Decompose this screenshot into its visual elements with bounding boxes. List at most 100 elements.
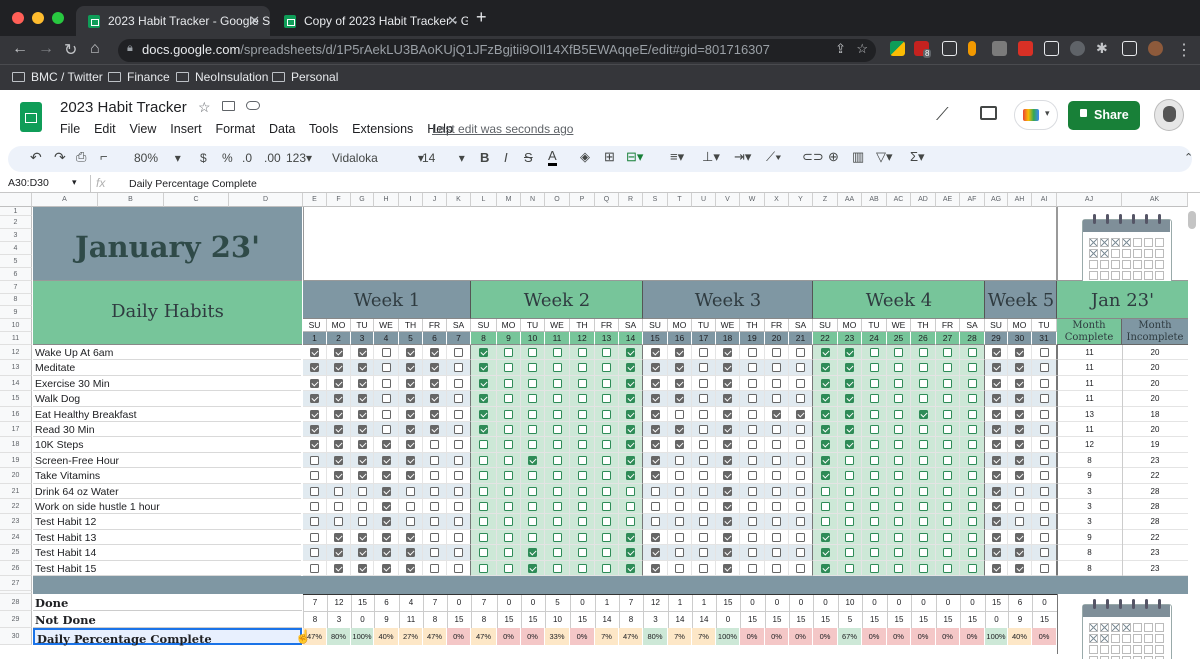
habit-checkbox[interactable] [772, 425, 781, 434]
habit-checkbox[interactable] [1039, 378, 1049, 388]
habit-checkbox[interactable] [869, 471, 879, 481]
habit-checkbox[interactable] [943, 532, 952, 542]
last-edit-link[interactable]: Last edit was seconds ago [432, 122, 573, 136]
extension-icon[interactable] [992, 41, 1007, 56]
date-number[interactable]: 22 [813, 332, 838, 345]
habit-checkbox[interactable] [602, 363, 611, 373]
habit-checkbox[interactable] [723, 455, 732, 465]
date-number[interactable]: 14 [619, 332, 643, 345]
daily-percent[interactable]: 0% [570, 628, 595, 646]
habit-checkbox[interactable] [918, 348, 928, 357]
habit-checkbox[interactable] [967, 394, 977, 404]
column-header[interactable]: AF [960, 193, 985, 207]
habit-checkbox[interactable] [504, 378, 513, 388]
date-number[interactable]: 12 [570, 332, 595, 345]
habit-checkbox[interactable] [723, 363, 732, 373]
habit-checkbox[interactable] [310, 455, 319, 465]
daily-habits-header[interactable]: Daily Habits [33, 281, 302, 345]
font-size-select[interactable]: 14 ▾ [422, 151, 465, 165]
habit-checkbox[interactable] [796, 440, 805, 450]
done-count[interactable]: 7 [619, 598, 643, 607]
habit-checkbox[interactable] [845, 455, 854, 465]
habit-checkbox[interactable] [479, 378, 488, 388]
habit-checkbox[interactable] [675, 394, 684, 404]
habit-checkbox[interactable] [820, 363, 830, 373]
date-number[interactable]: 18 [716, 332, 740, 345]
row-header[interactable]: 14 [0, 375, 32, 392]
habit-checkbox[interactable] [504, 409, 513, 419]
habit-checkbox[interactable] [894, 348, 903, 357]
column-header[interactable]: E [303, 193, 327, 207]
habit-checkbox[interactable] [796, 532, 805, 542]
done-count[interactable]: 1 [668, 598, 692, 607]
habit-checkbox[interactable] [552, 517, 562, 527]
habit-checkbox[interactable] [577, 348, 587, 357]
profile-avatar[interactable] [1148, 41, 1163, 56]
habit-checkbox[interactable] [991, 502, 1001, 511]
habit-checkbox[interactable] [747, 563, 757, 573]
bookmark-neoinsulation[interactable]: NeoInsulation [176, 70, 268, 84]
merge-cells-icon[interactable]: ⊟▾ [626, 149, 643, 165]
habit-checkbox[interactable] [504, 348, 513, 357]
habit-checkbox[interactable] [820, 394, 830, 404]
habit-checkbox[interactable] [577, 455, 587, 465]
bookmark-star-icon[interactable]: ☆ [856, 41, 868, 57]
habit-checkbox[interactable] [430, 486, 439, 496]
habit-checkbox[interactable] [454, 440, 463, 450]
habit-checkbox[interactable] [479, 425, 488, 434]
habit-checkbox[interactable] [723, 502, 732, 511]
habit-checkbox[interactable] [772, 378, 781, 388]
habit-checkbox[interactable] [430, 517, 439, 527]
habit-checkbox[interactable] [1039, 486, 1049, 496]
habit-checkbox[interactable] [310, 502, 319, 511]
habit-checkbox[interactable] [918, 471, 928, 481]
habit-checkbox[interactable] [406, 548, 415, 558]
move-folder-icon[interactable] [222, 101, 235, 111]
habit-checkbox[interactable] [528, 532, 537, 542]
close-window-button[interactable] [12, 12, 24, 24]
row-header[interactable]: 9 [0, 306, 32, 319]
habit-checkbox[interactable] [504, 563, 513, 573]
habit-checkbox[interactable] [943, 471, 952, 481]
month-incomplete-header[interactable]: Month Incomplete [1122, 319, 1188, 345]
day-name[interactable]: FR [765, 319, 789, 332]
habit-checkbox[interactable] [675, 455, 684, 465]
italic-icon[interactable]: I [504, 150, 508, 165]
habit-checkbox[interactable] [869, 409, 879, 419]
not-done-count[interactable]: 15 [1032, 615, 1057, 624]
activity-trend-icon[interactable]: ⟋ [936, 104, 949, 125]
daily-percent[interactable]: 100% [985, 628, 1008, 646]
habit-checkbox[interactable] [747, 363, 757, 373]
habit-checkbox[interactable] [381, 548, 391, 558]
done-count[interactable]: 0 [570, 598, 595, 607]
habit-checkbox[interactable] [504, 394, 513, 404]
habit-checkbox[interactable] [1015, 409, 1024, 419]
date-number[interactable]: 6 [423, 332, 447, 345]
habit-checkbox[interactable] [991, 471, 1001, 481]
habit-checkbox[interactable] [406, 363, 415, 373]
column-header[interactable]: AC [887, 193, 911, 207]
habit-checkbox[interactable] [454, 502, 463, 511]
habit-checkbox[interactable] [626, 440, 635, 450]
habit-checkbox[interactable] [675, 517, 684, 527]
column-header[interactable]: C [164, 193, 229, 207]
not-done-count[interactable]: 11 [399, 615, 423, 624]
habit-checkbox[interactable] [747, 425, 757, 434]
habit-checkbox[interactable] [479, 563, 488, 573]
habit-checkbox[interactable] [528, 455, 537, 465]
habit-checkbox[interactable] [528, 502, 537, 511]
extension-icon[interactable]: 8 [914, 41, 932, 58]
day-name[interactable]: SU [985, 319, 1008, 332]
habit-checkbox[interactable] [357, 394, 367, 404]
habit-name[interactable]: Walk Dog [33, 391, 301, 407]
row-header[interactable]: 4 [0, 242, 32, 255]
habit-checkbox[interactable] [772, 548, 781, 558]
not-done-count[interactable]: 8 [619, 615, 643, 624]
date-number[interactable]: 28 [960, 332, 985, 345]
date-number[interactable]: 26 [911, 332, 936, 345]
habit-checkbox[interactable] [406, 532, 415, 542]
habit-checkbox[interactable] [357, 532, 367, 542]
habit-checkbox[interactable] [479, 486, 488, 496]
done-count[interactable]: 15 [716, 598, 740, 607]
habit-checkbox[interactable] [626, 363, 635, 373]
